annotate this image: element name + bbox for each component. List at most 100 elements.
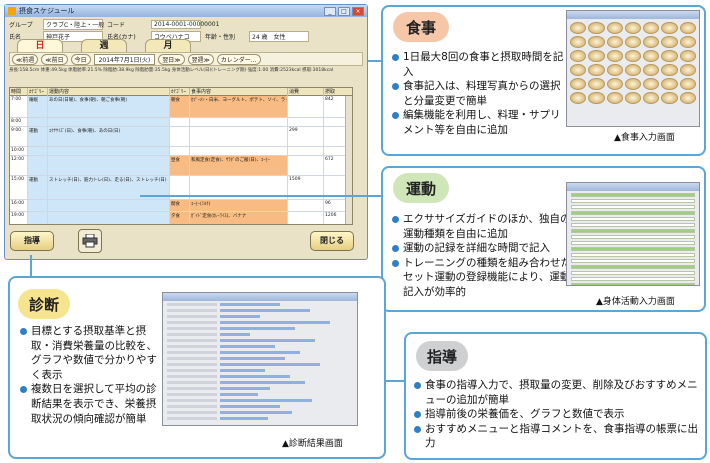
grid-header: 時間 ｶﾃｺﾞﾘｰ 運動内容 ｶﾃｺﾞﾘｰ 食事内容 消費 摂取 [10,88,352,96]
grid-rows: 7:00 睡眠 あの日(日曜)、食事(朝)、朝ご食事(朝) 朝食 ｶﾌﾟｰﾒﾝ・白米、ヨ… [10,96,352,224]
nutrient-bar-row [167,416,353,421]
cell-meal-cat: 夕食 [170,212,190,224]
cell-ex [48,147,170,155]
nutrient-bar-row [167,368,353,373]
grid-scrollbar[interactable] [345,96,352,224]
food-photo [661,78,678,90]
connector-guidance [386,380,404,382]
food-photo [679,50,696,62]
nutrient-bar-row [167,314,353,319]
activity-row [571,211,695,215]
table-row[interactable]: 19:00 夕食 ｶﾞｲﾄﾞ定食(ｶﾚｰﾗｲｽ)、バナナ 1206 [10,212,352,224]
date-navigation: ≪前週 ≪前日 今日 2014年7月1日(火) 翌日≫ 翌週≫ カレンダー... [9,52,363,66]
cell-time: 15:00 [10,176,28,199]
body-summary: 身長:158.5cm 体重:49.5kg 体脂肪率:21.5% 除脂肪:38.9… [9,68,334,73]
tab-day[interactable]: 日 [17,39,63,52]
cell-meal: ｶﾌﾟｰﾒﾝ・白米、ヨーグルト、ポテト、ソイ、ラッパー [190,96,288,117]
food-photo [624,92,642,104]
close-button[interactable]: 閉じる [310,231,354,251]
minimize-button[interactable]: _ [324,6,336,16]
food-photo [588,92,605,104]
cell-time: 7:00 [10,96,28,117]
today-button[interactable]: 今日 [70,53,91,65]
food-photo [588,50,605,62]
nutrient-bar-row [167,350,353,355]
col-time: 時間 [10,88,28,96]
cell-meal: 和風定食(定食)、ｻﾗﾀﾞのご飯(日)、ｺｰﾋｰ [190,156,288,175]
food-photo [606,78,623,90]
food-photo [679,92,696,104]
meal-feature: 食事記入は、料理写真からの選択と分量変更で簡単 [392,79,570,108]
cell-burn [288,212,324,224]
nutrient-bar-row [167,344,353,349]
age-sex-label: 年齢・性別 [205,34,236,41]
nutrient-bar-row [167,326,353,331]
nutrient-bar-row [167,302,353,307]
food-photo [606,22,623,34]
cell-ex [48,156,170,175]
cell-time: 9:00 [10,127,28,146]
tab-month[interactable]: 月 [145,39,191,52]
prev-week-button[interactable]: ≪前週 [12,53,39,65]
table-row[interactable]: 10:00 [10,147,352,156]
activity-row [571,277,695,281]
meal-feature: 編集機能を利用し、料理・サプリメント等を自由に追加 [392,108,570,137]
table-row[interactable]: 16:00 間食 ｺｰﾋｰ(ﾐﾙｸ) 96 [10,200,352,212]
food-photo [661,36,678,48]
food-photo [643,50,660,62]
cell-burn [288,96,324,117]
activity-row [571,271,695,275]
table-row[interactable]: 9:00 運動 ｴｸｻｻｲｽﾞ(日)、食事(朝)、あの日(日) 299 [10,127,352,147]
table-row[interactable]: 7:00 睡眠 あの日(日曜)、食事(朝)、朝ご食事(朝) 朝食 ｶﾌﾟｰﾒﾝ・白米、ヨ… [10,96,352,118]
food-photo [679,36,696,48]
cell-meal-cat [170,127,190,146]
print-button[interactable] [78,229,102,253]
food-photo [624,78,642,90]
cell-ex [48,118,170,126]
connector-meal [368,60,381,62]
cell-meal [190,118,288,126]
activity-row [571,253,695,257]
nutrient-bar-row [167,308,353,313]
activity-row [571,283,695,285]
prev-day-button[interactable]: ≪前日 [41,53,68,65]
guidance-feature: 食事の指導入力で、摂取量の変更、削除及びおすすめメニューの追加が簡単 [414,378,704,407]
exercise-feature: トレーニングの種類を組み合わせたセット運動の登録機能により、運動記入が効率的 [392,256,572,300]
cell-burn [288,147,324,155]
cell-meal [190,127,288,146]
nutrient-bar-row [167,410,353,415]
cell-burn [288,200,324,211]
next-week-button[interactable]: 翌週≫ [187,53,214,65]
date-field[interactable]: 2014年7月1日(火) [93,53,156,65]
group-label: グループ [9,22,33,29]
table-row[interactable]: 8:00 [10,118,352,127]
cell-time: 19:00 [10,212,28,224]
close-window-button[interactable]: × [352,6,364,16]
next-day-button[interactable]: 翌日≫ [158,53,185,65]
col-meal-category: ｶﾃｺﾞﾘｰ [170,88,190,96]
calendar-button[interactable]: カレンダー... [216,53,261,65]
guide-button[interactable]: 指導 [10,231,54,251]
meal-features: 1日最大8回の食事と摂取時間を記入 食事記入は、料理写真からの選択と分量変更で簡… [392,50,570,138]
cell-meal: ｶﾞｲﾄﾞ定食(ｶﾚｰﾗｲｽ)、バナナ [190,212,288,224]
nutrient-bar-row [167,362,353,367]
food-photo [624,22,642,34]
cell-meal-cat: 間食 [170,200,190,211]
food-photo [643,78,660,90]
group-value: クラブC・陸上・一般 [43,19,104,30]
food-photo [606,64,623,76]
activity-row [571,223,695,227]
tab-week[interactable]: 週 [81,39,127,52]
meal-title: 食事 [393,12,449,42]
cell-ex-cat [28,156,48,175]
window-title: 摂食スケジュール [19,7,75,15]
table-row[interactable]: 12:00 昼食 和風定食(定食)、ｻﾗﾀﾞのご飯(日)、ｺｰﾋｰ 672 [10,156,352,176]
patient-info: グループ クラブC・陸上・一般 コード 2014-0001-00000001 氏… [5,17,367,42]
food-photo [661,92,678,104]
col-exercise: 運動内容 [48,88,170,96]
food-photo [643,22,660,34]
food-photo [679,22,696,34]
maximize-button[interactable]: □ [338,6,350,16]
exercise-title: 運動 [393,173,449,203]
food-photo [588,64,605,76]
